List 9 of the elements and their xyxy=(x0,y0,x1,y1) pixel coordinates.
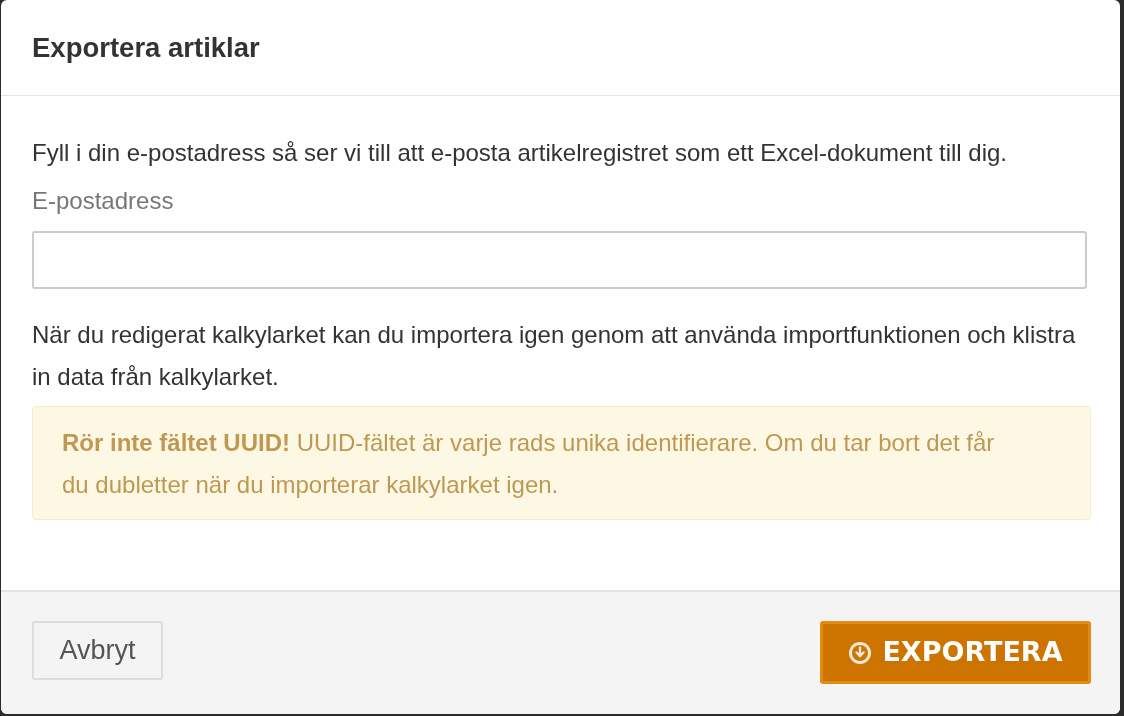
import-note-text: När du redigerat kalkylarket kan du importera igen genom att använda importfunktionen och klistra in data från kalkylarket. xyxy=(32,320,1077,392)
cancel-button[interactable]: Avbryt xyxy=(32,621,163,680)
export-button[interactable]: EXPORTERA xyxy=(820,621,1091,684)
email-label: E-postadress xyxy=(32,186,174,216)
download-circle-icon xyxy=(848,640,873,665)
warning-text: Rör inte fältet UUID! UUID-fältet är varje rads unika identifierare. Om du tar bort det får du dubletter när du importerar kalkylarket igen. xyxy=(62,428,996,500)
intro-text: Fyll i din e-postadress så ser vi till att e-posta artikelregistret som ett Excel-dokument till dig. xyxy=(32,138,1009,168)
dialog-title: Exportera artiklar xyxy=(32,30,260,65)
email-input-field[interactable] xyxy=(32,231,1087,289)
